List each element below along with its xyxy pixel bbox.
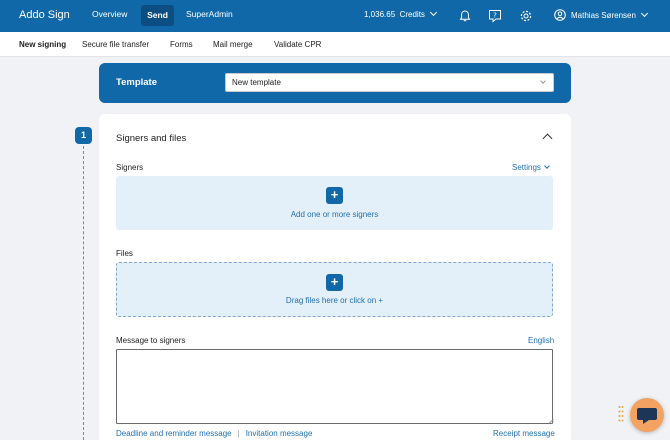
svg-text:?: ? [493,12,497,20]
message-options-links: Deadline and reminder message | Invitation… [116,429,312,438]
template-label: Template [116,77,158,88]
signers-settings-link[interactable]: Settings [512,163,550,172]
nav-send[interactable]: Send [141,5,174,26]
add-file-plus-button[interactable]: + [326,274,343,291]
sub-navigation: New signing Secure file transfer Forms M… [0,32,670,57]
add-signers-area[interactable]: + Add one or more signers [116,176,553,230]
user-circle-icon [554,9,566,21]
chevron-down-icon [429,8,437,17]
files-label: Files [116,249,133,258]
nav-superadmin[interactable]: SuperAdmin [186,9,233,19]
top-navigation-bar: Addo Sign Overview Send SuperAdmin 1,036… [0,0,670,32]
resize-handle-icon[interactable] [548,418,554,424]
settings-link-label: Settings [512,163,541,172]
gear-icon[interactable] [519,9,533,23]
step-connector-line [83,146,84,440]
drag-grip-icon[interactable] [618,405,624,423]
chevron-up-icon[interactable] [542,133,553,144]
credits-label: Credits [399,10,425,19]
credits-dropdown[interactable]: 1,036.65 Credits [364,8,437,19]
bell-icon[interactable] [458,9,472,23]
invitation-message-link[interactable]: Invitation message [246,429,313,438]
receipt-message-link[interactable]: Receipt message [493,429,555,438]
link-separator: | [237,429,240,438]
add-signers-text[interactable]: Add one or more signers [116,210,553,219]
template-selected-value: New template [232,78,281,87]
message-language-link[interactable]: English [528,336,554,345]
nav-overview[interactable]: Overview [92,9,127,19]
chat-widget-button[interactable] [630,398,664,432]
user-name: Mathias Sørensen [571,10,636,20]
tab-mail-merge[interactable]: Mail merge [213,40,253,49]
signers-label: Signers [116,163,144,172]
chevron-down-icon [544,163,550,169]
deadline-reminder-link[interactable]: Deadline and reminder message [116,429,232,438]
credits-amount: 1,036.65 [364,10,396,19]
chat-bubble-icon [637,408,657,424]
template-select[interactable]: New template [225,73,554,92]
tab-forms[interactable]: Forms [170,40,193,49]
tab-secure-file-transfer[interactable]: Secure file transfer [82,40,149,49]
add-signer-plus-button[interactable]: + [326,187,343,204]
drop-files-text[interactable]: Drag files here or click on + [117,296,552,305]
tab-new-signing[interactable]: New signing [19,40,66,49]
message-label: Message to signers [116,336,186,345]
chevron-down-icon [640,9,648,17]
app-logo[interactable]: Addo Sign [19,9,70,21]
tab-validate-cpr[interactable]: Validate CPR [274,40,321,49]
user-menu[interactable]: Mathias Sørensen [554,9,648,21]
template-bar: Template New template [99,63,571,103]
file-drop-zone[interactable]: + Drag files here or click on + [116,262,553,317]
section-title: Signers and files [116,133,187,144]
step-number-badge: 1 [75,127,92,144]
signers-and-files-card: Signers and files Signers Settings + Add… [99,114,571,440]
chevron-down-icon [540,78,546,84]
message-textarea[interactable] [116,349,553,424]
help-icon[interactable]: ? [488,9,502,23]
